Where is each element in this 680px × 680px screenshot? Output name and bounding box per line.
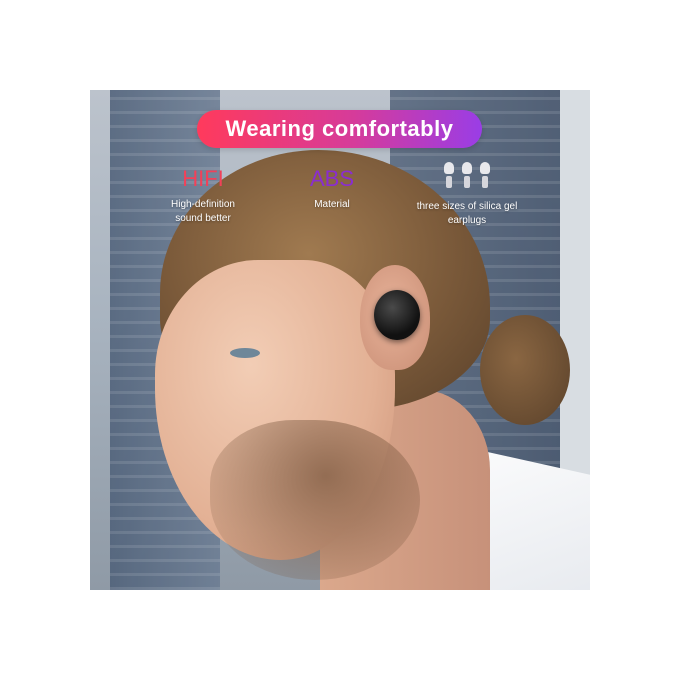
- feature-hifi-description: High-definition sound better: [171, 199, 235, 224]
- eye: [230, 348, 260, 358]
- wireless-earbud: [374, 290, 420, 340]
- feature-abs-description: Material: [314, 199, 350, 210]
- hair-bun: [480, 315, 570, 425]
- feature-hifi: HIFI High-definition sound better: [160, 168, 246, 226]
- earplug-tips-icon: [410, 162, 524, 192]
- feature-ear-tips-description: three sizes of silica gel earplugs: [416, 201, 518, 226]
- product-ad-canvas: Wearing comfortably HIFI High-definition…: [0, 0, 680, 680]
- feature-ear-tips: three sizes of silica gel earplugs: [410, 162, 524, 228]
- feature-abs-title: ABS: [309, 166, 355, 191]
- feature-hifi-title: HIFI: [182, 166, 224, 191]
- feature-abs: ABS Material: [296, 168, 368, 212]
- beard: [210, 420, 420, 580]
- headline-banner: Wearing comfortably: [197, 110, 482, 148]
